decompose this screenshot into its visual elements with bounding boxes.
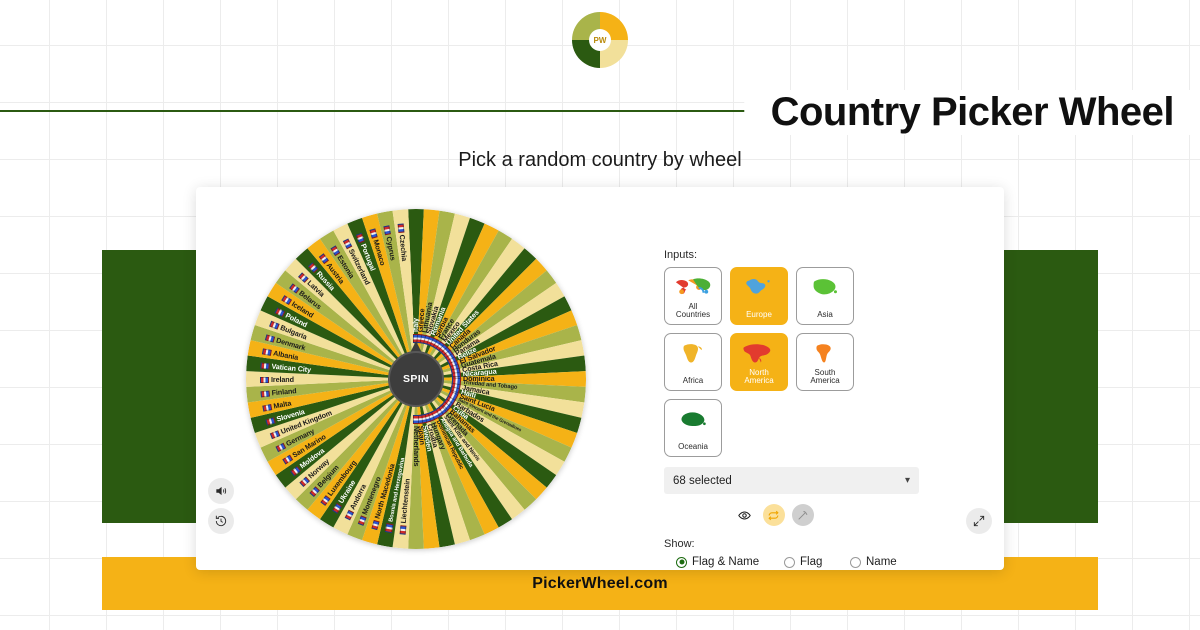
africa-map-icon <box>674 342 712 364</box>
sound-toggle-button[interactable] <box>208 478 234 504</box>
magic-wand-button[interactable] <box>791 504 814 526</box>
input-tile-label: Oceania <box>678 442 708 452</box>
radio-indicator[interactable] <box>784 556 795 568</box>
input-tile-label: Africa <box>682 376 704 386</box>
input-tile-africa[interactable]: Africa <box>664 333 722 391</box>
logo-text: PW <box>589 29 611 51</box>
input-tile-label: Europe <box>746 310 772 320</box>
europe-map-icon <box>740 276 778 298</box>
input-tile-south-america[interactable]: South America <box>796 333 854 391</box>
radio-label: Flag <box>800 556 823 568</box>
input-tile-label-2: America <box>810 376 840 386</box>
eye-button[interactable] <box>734 504 756 526</box>
show-label: Show: <box>664 538 695 550</box>
chevron-down-icon: ▾ <box>904 475 910 486</box>
input-tile-north-america[interactable]: North America <box>730 333 788 391</box>
show-option-name[interactable]: Name <box>850 556 897 568</box>
countries-select[interactable]: 68 selected ▾ <box>664 467 919 494</box>
wheel-container[interactable]: SPIN Italy Greece Lithuania Slovakia Romania… <box>246 209 586 549</box>
input-tile-grid: All Countries Europe Asia Africa North America… <box>664 267 919 457</box>
oceania-map-icon <box>674 408 712 430</box>
wheel-area: SPIN Italy Greece Lithuania Slovakia Romania… <box>216 199 616 559</box>
expand-icon <box>973 515 985 527</box>
wheel-tool-icons <box>664 504 919 526</box>
asia-map-icon <box>806 276 844 298</box>
history-button[interactable] <box>208 508 234 534</box>
fullscreen-button[interactable] <box>966 508 992 534</box>
show-option-flag[interactable]: Flag <box>784 556 850 568</box>
page-title: Country Picker Wheel <box>744 90 1200 135</box>
show-option-flag-name[interactable]: Flag & Name <box>676 556 784 568</box>
radio-label: Flag & Name <box>692 556 760 568</box>
inputs-panel: Inputs: All Countries Europe Asia Africa Nort… <box>664 249 919 568</box>
input-tile-europe[interactable]: Europe <box>730 267 788 325</box>
show-radio-group: Flag & Name Flag Name <box>664 556 919 568</box>
shuffle-icon <box>768 510 779 520</box>
page-header: PW Country Picker Wheel Pick a random co… <box>0 0 1200 172</box>
page-subtitle: Pick a random country by wheel <box>458 149 742 171</box>
speaker-icon <box>216 486 227 496</box>
eye-icon <box>738 510 751 520</box>
wheel-app-card: SPIN Italy Greece Lithuania Slovakia Romania… <box>196 187 1004 570</box>
countries-select-value: 68 selected <box>673 474 732 487</box>
input-tile-oceania[interactable]: Oceania <box>664 399 722 457</box>
north-america-map-icon <box>740 342 778 364</box>
history-icon <box>215 515 227 527</box>
radio-indicator[interactable] <box>850 556 861 568</box>
south-america-map-icon <box>806 342 844 364</box>
pickerwheel-logo: PW <box>572 12 628 68</box>
shuffle-button[interactable] <box>762 504 785 526</box>
input-tile-label-2: Countries <box>675 310 711 320</box>
input-tile-label: Asia <box>817 310 833 320</box>
show-section: Show: Flag & Name Flag Name <box>664 538 919 568</box>
spin-button[interactable]: SPIN <box>388 351 444 407</box>
inputs-label: Inputs: <box>664 249 698 261</box>
input-tile-asia[interactable]: Asia <box>796 267 854 325</box>
radio-indicator[interactable] <box>676 556 687 568</box>
input-tile-label-2: America <box>744 376 774 386</box>
radio-label: Name <box>866 556 897 568</box>
footer-text: PickerWheel.com <box>532 574 668 592</box>
input-tile-all-countries[interactable]: All Countries <box>664 267 722 325</box>
world-map-icon <box>674 276 712 298</box>
magic-wand-icon <box>798 510 808 520</box>
